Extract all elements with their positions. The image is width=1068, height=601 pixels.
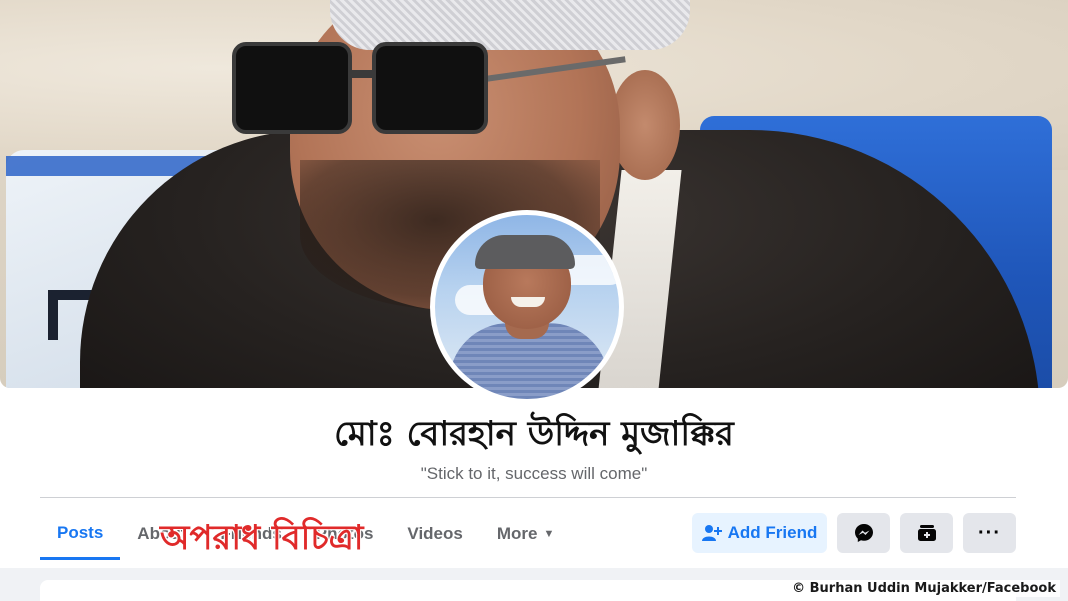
avatar-smile [511, 297, 545, 307]
watermark: অপরাধ বিচিত্রা [160, 518, 364, 558]
tab-more-label: More [496, 524, 538, 543]
messenger-button[interactable] [837, 513, 890, 553]
cover-glasses-right [372, 42, 488, 134]
divider [40, 497, 1016, 498]
messenger-icon [854, 524, 873, 542]
stories-button[interactable] [900, 513, 953, 553]
avatar-cap [475, 235, 575, 269]
ellipsis-icon: ··· [978, 521, 1001, 544]
user-plus-icon [701, 525, 722, 541]
caret-down-icon: ▼ [543, 528, 555, 540]
tab-more[interactable]: More ▼ [480, 508, 572, 560]
stories-icon [917, 525, 936, 541]
profile-avatar[interactable] [430, 210, 624, 404]
tab-posts[interactable]: Posts [40, 508, 121, 560]
add-friend-label: Add Friend [727, 523, 818, 542]
more-options-button[interactable]: ··· [963, 513, 1016, 553]
profile-actions: Add Friend ··· [692, 513, 1016, 553]
photo-credit: © Burhan Uddin Mujakker/Facebook [788, 580, 1060, 597]
profile-bio: "Stick to it, success will come" [420, 464, 648, 483]
cover-ear [610, 70, 680, 180]
add-friend-button[interactable]: Add Friend [692, 513, 827, 553]
cover-glasses-left [232, 42, 352, 134]
profile-name: মোঃ বোরহান উদ্দিন মুজাক্কির [334, 414, 734, 454]
tab-videos[interactable]: Videos [390, 508, 479, 560]
